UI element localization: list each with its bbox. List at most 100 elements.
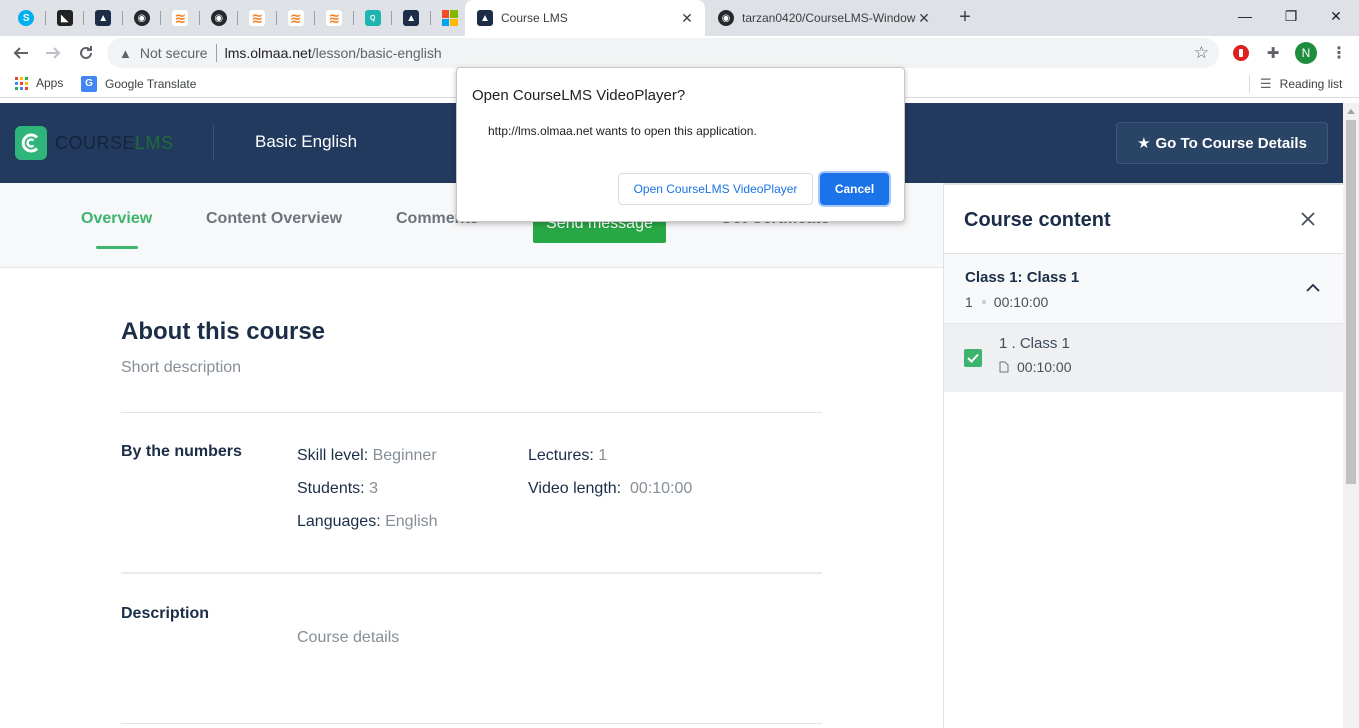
completed-checkbox[interactable] bbox=[964, 349, 982, 367]
pinned-tab-microsoft[interactable] bbox=[431, 6, 470, 30]
skill-level-label: Skill level: bbox=[297, 447, 369, 464]
adblock-extension-icon[interactable] bbox=[1230, 42, 1252, 64]
site-logo[interactable]: COURSELMS bbox=[15, 126, 174, 160]
profile-initial: N bbox=[1295, 42, 1317, 64]
bookmark-star-icon[interactable]: ☆ bbox=[1194, 43, 1209, 63]
google-translate-icon: G bbox=[81, 76, 97, 92]
bookmark-google-translate[interactable]: G Google Translate bbox=[81, 76, 196, 92]
languages: Languages: English bbox=[297, 513, 438, 531]
reload-button[interactable] bbox=[73, 40, 99, 66]
url-text[interactable]: lms.olmaa.net/lesson/basic-english bbox=[225, 45, 442, 61]
restore-button[interactable]: ❐ bbox=[1268, 0, 1314, 32]
pinned-tab-stackoverflow[interactable]: ≋ bbox=[161, 6, 200, 30]
languages-label: Languages: bbox=[297, 513, 381, 530]
lecture-item[interactable]: 1 . Class 1 00:10:00 bbox=[944, 324, 1343, 392]
tab-course-lms[interactable]: ▲ Course LMS ✕ bbox=[465, 0, 705, 36]
stackoverflow-icon: ≋ bbox=[326, 10, 343, 26]
description-text: Course details bbox=[297, 629, 400, 646]
lecture-duration: 00:10:00 bbox=[1017, 359, 1072, 375]
short-description: Short description bbox=[121, 359, 242, 376]
students-label: Students: bbox=[297, 480, 365, 497]
back-button[interactable] bbox=[8, 40, 34, 66]
pinned-tab-qlearn[interactable]: Q bbox=[354, 6, 393, 30]
app-icon: ◣ bbox=[56, 10, 73, 26]
chevron-up-icon[interactable] bbox=[1306, 280, 1320, 298]
pinned-tab-github-2[interactable]: ◉ bbox=[200, 6, 239, 30]
address-bar[interactable]: ▲ Not secure lms.olmaa.net/lesson/basic-… bbox=[107, 38, 1219, 68]
section-divider bbox=[121, 572, 822, 574]
logo-part1: COURSE bbox=[55, 132, 136, 153]
bookmarks-divider bbox=[1249, 75, 1250, 93]
section-lecture-count: 1 bbox=[965, 294, 973, 310]
open-videoplayer-button[interactable]: Open CourseLMS VideoPlayer bbox=[618, 173, 813, 205]
bookmark-label: Google Translate bbox=[105, 77, 197, 91]
pinned-tab-stackoverflow-3[interactable]: ≋ bbox=[277, 6, 316, 30]
pinned-tab-app[interactable]: ◣ bbox=[46, 6, 85, 30]
forward-button[interactable] bbox=[40, 40, 66, 66]
section-meta: 1 00:10:00 bbox=[965, 294, 1048, 310]
reading-list-icon: ☰ bbox=[1260, 76, 1272, 91]
lectures-label: Lectures: bbox=[528, 447, 594, 464]
tab-overview[interactable]: Overview bbox=[81, 210, 152, 228]
bookmark-apps[interactable]: Apps bbox=[15, 76, 63, 90]
stackoverflow-icon: ≋ bbox=[249, 10, 266, 26]
url-host: lms.olmaa.net bbox=[224, 45, 312, 61]
microsoft-icon bbox=[441, 10, 458, 26]
scrollbar-thumb[interactable] bbox=[1346, 120, 1356, 484]
video-length-value: 00:10:00 bbox=[630, 480, 693, 497]
profile-avatar[interactable]: N bbox=[1295, 42, 1317, 64]
browser-toolbar: ▲ Not secure lms.olmaa.net/lesson/basic-… bbox=[0, 36, 1359, 70]
minimize-button[interactable]: — bbox=[1222, 0, 1268, 32]
window-close-button[interactable]: ✕ bbox=[1313, 0, 1359, 32]
video-length: Video length: 00:10:00 bbox=[528, 480, 692, 498]
checkmark-icon bbox=[967, 353, 979, 363]
close-sidebar-icon[interactable] bbox=[1300, 207, 1316, 233]
github-icon: ◉ bbox=[718, 10, 734, 26]
qlearn-icon: Q bbox=[364, 10, 381, 26]
pinned-tab-stackoverflow-4[interactable]: ≋ bbox=[315, 6, 354, 30]
details-button-label: Go To Course Details bbox=[1155, 134, 1307, 152]
apps-grid-icon bbox=[15, 76, 28, 90]
back-arrow-icon bbox=[13, 47, 28, 59]
course-content-sidebar: Course content Class 1: Class 1 1 00:10:… bbox=[943, 183, 1343, 728]
lecture-meta: 00:10:00 bbox=[999, 359, 1072, 375]
close-tab-icon[interactable]: ✕ bbox=[916, 10, 932, 27]
logo-part2: LMS bbox=[135, 132, 174, 153]
lectures: Lectures: 1 bbox=[528, 447, 607, 465]
new-tab-button[interactable]: + bbox=[955, 6, 975, 28]
students: Students: 3 bbox=[297, 480, 378, 498]
stackoverflow-icon: ≋ bbox=[172, 10, 189, 26]
lectures-value: 1 bbox=[598, 447, 608, 464]
section-title: Class 1: Class 1 bbox=[965, 269, 1080, 286]
pinned-tab-courselms-2[interactable]: ▲ bbox=[392, 6, 431, 30]
close-tab-icon[interactable]: ✕ bbox=[679, 10, 695, 27]
warning-icon: ▲ bbox=[119, 45, 132, 61]
description-heading: Description bbox=[121, 605, 210, 622]
scroll-up-arrow-icon[interactable] bbox=[1347, 109, 1355, 114]
security-status[interactable]: Not secure bbox=[140, 45, 208, 61]
pinned-tab-stackoverflow-2[interactable]: ≋ bbox=[238, 6, 277, 30]
pinned-tab-skype[interactable]: S bbox=[7, 6, 46, 30]
tab-content-overview[interactable]: Content Overview bbox=[206, 210, 342, 228]
cancel-button[interactable]: Cancel bbox=[820, 173, 889, 205]
numbers-heading: By the numbers bbox=[121, 443, 242, 460]
section-class-1[interactable]: Class 1: Class 1 1 00:10:00 bbox=[944, 254, 1343, 324]
pinned-tab-courselms[interactable]: ▲ bbox=[84, 6, 123, 30]
video-length-label: Video length: bbox=[528, 480, 622, 497]
pinned-tab-github[interactable]: ◉ bbox=[123, 6, 162, 30]
lecture-title: 1 . Class 1 bbox=[999, 335, 1070, 352]
header-divider bbox=[213, 125, 214, 161]
omnibox-divider bbox=[215, 44, 217, 62]
reading-list-label: Reading list bbox=[1279, 77, 1343, 91]
extensions-puzzle-icon[interactable]: ✚ bbox=[1262, 42, 1284, 64]
go-to-course-details-button[interactable]: ★ Go To Course Details bbox=[1116, 122, 1328, 164]
reading-list-button[interactable]: ☰ Reading list bbox=[1260, 76, 1342, 92]
stackoverflow-icon: ≋ bbox=[287, 10, 304, 26]
tab-github-repo[interactable]: ◉ tarzan0420/CourseLMS-Windows ✕ bbox=[706, 0, 942, 36]
courselms-icon: ▲ bbox=[477, 10, 493, 26]
skill-level: Skill level: Beginner bbox=[297, 447, 437, 465]
chrome-menu-icon[interactable]: ⋮ bbox=[1328, 42, 1350, 64]
forward-arrow-icon bbox=[46, 47, 61, 59]
github-icon: ◉ bbox=[210, 10, 227, 26]
page-scrollbar[interactable] bbox=[1343, 103, 1359, 728]
